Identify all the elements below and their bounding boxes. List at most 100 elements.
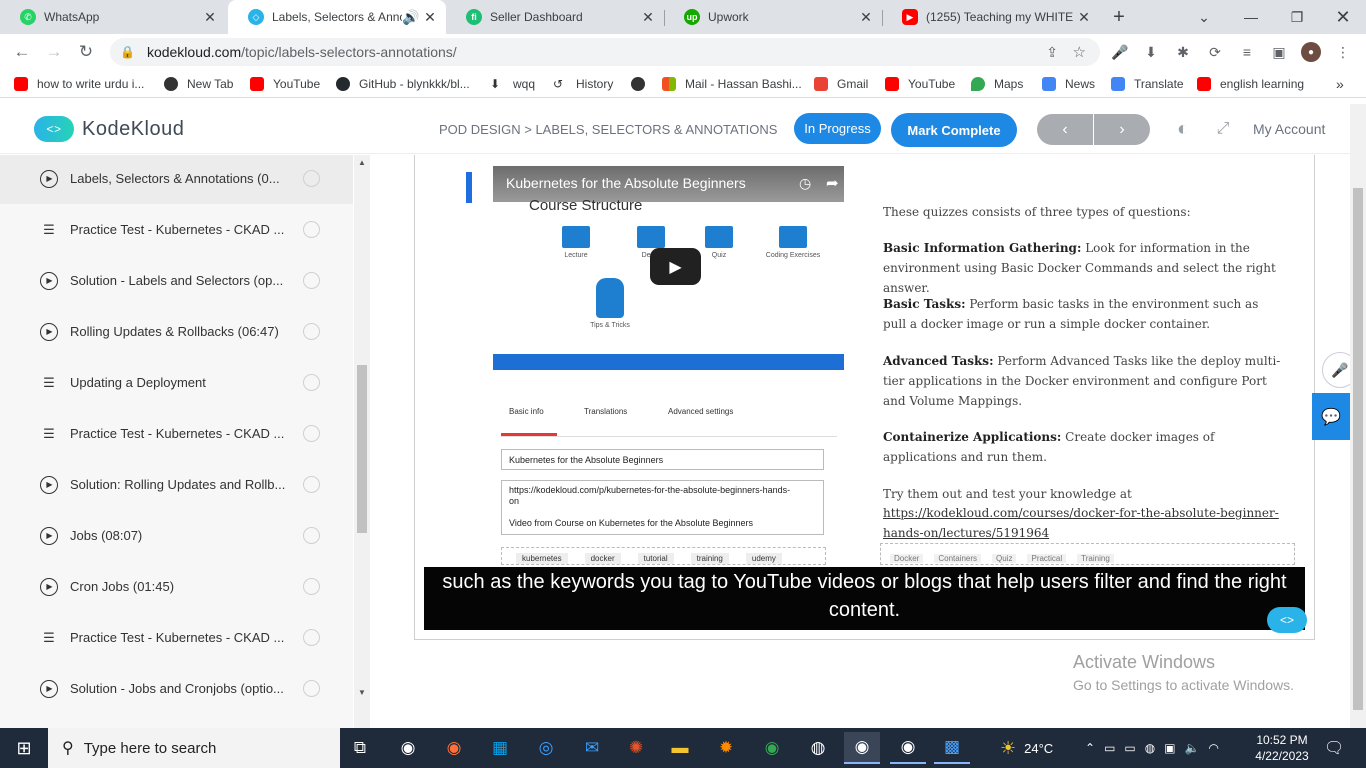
back-button[interactable]: ←	[6, 34, 38, 70]
completion-circle[interactable]	[303, 170, 320, 187]
video-player[interactable]: Kubernetes for the Absolute Beginners ◷ …	[493, 166, 844, 370]
tab-seller-dashboard[interactable]: fi Seller Dashboard ✕	[446, 0, 664, 34]
bookmark-item[interactable]: ⬇ wqq	[490, 75, 535, 93]
scroll-down-arrow-icon[interactable]: ▼	[354, 685, 370, 699]
wifi-icon[interactable]: ◠	[1209, 741, 1228, 755]
bookmark-item[interactable]	[631, 75, 654, 93]
share-icon[interactable]: ➦	[826, 174, 839, 192]
media-control-icon[interactable]: ≡	[1237, 42, 1257, 62]
obs-icon[interactable]: ◍	[800, 732, 836, 764]
sidebar-scrollbar-thumb[interactable]	[357, 365, 367, 533]
weather-widget[interactable]: ☀ 24°C	[1000, 728, 1053, 768]
tab-whatsapp[interactable]: ✆ WhatsApp ✕	[0, 0, 226, 34]
bookmark-item[interactable]: Mail - Hassan Bashi...	[662, 75, 802, 93]
task-view-icon[interactable]: ⧉	[342, 732, 378, 764]
video-tags-field[interactable]: kubernetes docker tutorial training udemy	[501, 547, 826, 565]
bookmark-star-icon[interactable]: ☆	[1073, 43, 1086, 61]
sidebar-item[interactable]: ☰ Updating a Deployment	[0, 357, 353, 408]
voice-extension-icon[interactable]: 🎤	[1110, 42, 1130, 62]
tag-chip[interactable]: Quiz	[992, 554, 1017, 563]
tag-chip[interactable]: training	[690, 553, 729, 564]
dark-mode-icon[interactable]: ◐	[1170, 116, 1196, 142]
settings-app-icon[interactable]: ✹	[708, 732, 744, 764]
completion-circle[interactable]	[303, 374, 320, 391]
sidebar-item[interactable]: ☰ Practice Test - Kubernetes - CKAD ...	[0, 612, 353, 663]
more-bookmarks-chevron-icon[interactable]: »	[1336, 75, 1344, 93]
scroll-up-arrow-icon[interactable]: ▲	[354, 155, 370, 169]
my-account-link[interactable]: My Account	[1253, 121, 1325, 137]
sidebar-item[interactable]: ☰ Practice Test - Kubernetes - CKAD ...	[0, 408, 353, 459]
bookmark-item[interactable]: Translate	[1111, 75, 1184, 93]
close-window-button[interactable]: ✕	[1320, 0, 1366, 34]
bookmark-item[interactable]: GitHub - blynkkk/bl...	[336, 75, 470, 93]
bookmark-item[interactable]: YouTube	[250, 75, 320, 93]
bookmark-item[interactable]: how to write urdu i...	[14, 75, 144, 93]
notification-center-icon[interactable]: 🗨	[1324, 728, 1344, 768]
download-extension-icon[interactable]: ⬇	[1141, 42, 1161, 62]
tag-chip[interactable]: tutorial	[637, 553, 674, 564]
in-progress-button[interactable]: In Progress	[794, 113, 881, 144]
chrome-icon[interactable]: ◉	[754, 732, 790, 764]
next-lesson-button[interactable]: ›	[1094, 114, 1150, 145]
minimize-button[interactable]: —	[1228, 0, 1274, 34]
skype-icon[interactable]: ◎	[528, 732, 564, 764]
bookmark-item[interactable]: english learning	[1197, 75, 1304, 93]
completion-circle[interactable]	[303, 323, 320, 340]
firefox-icon[interactable]: ◉	[436, 732, 472, 764]
fullscreen-icon[interactable]: ⤢	[1210, 116, 1236, 142]
bookmark-item[interactable]: News	[1042, 75, 1095, 93]
edge-icon[interactable]: ◉	[390, 732, 426, 764]
file-explorer-icon[interactable]: ▬	[662, 732, 698, 764]
sync-icon[interactable]: ⟳	[1205, 42, 1225, 62]
close-tab-icon[interactable]: ✕	[640, 9, 656, 26]
video-title[interactable]: Kubernetes for the Absolute Beginners	[506, 175, 746, 191]
tag-chip[interactable]: Containers	[934, 554, 982, 563]
url-field[interactable]: 🔒 kodekloud.com/topic/labels-selectors-a…	[110, 38, 1100, 66]
taskbar-search[interactable]: ⚲ Type here to search	[48, 728, 340, 768]
youtube-play-button[interactable]: ▶	[650, 248, 701, 285]
bookmark-item[interactable]: Maps	[971, 75, 1023, 93]
tab-kodekloud[interactable]: ◇ Labels, Selectors & Anno 🔊 ✕	[228, 0, 446, 34]
quiz-course-link[interactable]: https://kodekloud.com/courses/docker-for…	[883, 503, 1285, 543]
sidebar-item[interactable]: ▶ Rolling Updates & Rollbacks (06:47)	[0, 306, 353, 357]
tag-chip[interactable]: Docker	[890, 554, 924, 563]
tab-search-chevron-icon[interactable]: ⌄	[1181, 0, 1227, 34]
tab-translations[interactable]: Translations	[584, 407, 627, 416]
bookmark-item[interactable]: ↺ History	[553, 75, 613, 93]
side-panel-icon[interactable]: ▣	[1269, 42, 1289, 62]
close-tab-icon[interactable]: ✕	[422, 9, 438, 26]
forward-button[interactable]: →	[38, 34, 70, 70]
sidebar-item[interactable]: ▶ Solution - Jobs and Cronjobs (optio...	[0, 663, 353, 714]
completion-circle[interactable]	[303, 527, 320, 544]
system-tray[interactable]: ⌃ ▭ ▭ ◍ ▣ 🔈 ◠	[1085, 728, 1228, 768]
kodekloud-badge-icon[interactable]: <>	[1267, 607, 1307, 633]
completion-circle[interactable]	[303, 578, 320, 595]
completion-circle[interactable]	[303, 221, 320, 238]
chat-widget-button[interactable]: 💬	[1312, 393, 1350, 440]
tab-upwork[interactable]: up Upwork ✕	[664, 0, 882, 34]
video-title-field[interactable]: Kubernetes for the Absolute Beginners	[501, 449, 824, 470]
completion-circle[interactable]	[303, 272, 320, 289]
restore-button[interactable]: ❐	[1274, 0, 1320, 34]
previous-lesson-button[interactable]: ‹	[1037, 114, 1093, 145]
share-icon[interactable]: ⇪	[1046, 44, 1058, 61]
profile-avatar[interactable]: ●	[1301, 42, 1321, 62]
audio-playing-icon[interactable]: 🔊	[402, 9, 419, 26]
chrome-menu-icon[interactable]: ⋮	[1333, 42, 1353, 62]
new-tab-button[interactable]: +	[1096, 0, 1142, 34]
tab-youtube[interactable]: ▶ (1255) Teaching my WHITE fr ✕	[882, 0, 1100, 34]
tray-chevron-icon[interactable]: ⌃	[1085, 741, 1104, 755]
tag-chip[interactable]: Practical	[1027, 554, 1067, 563]
tag-chip[interactable]: docker	[584, 553, 621, 564]
extensions-puzzle-icon[interactable]: ✱	[1173, 42, 1193, 62]
sidebar-item[interactable]: ▶ Solution: Rolling Updates and Rollb...	[0, 459, 353, 510]
microsoft-store-icon[interactable]: ▦	[482, 732, 518, 764]
sidebar-item[interactable]: ▶ Solution - Labels and Selectors (op...	[0, 255, 353, 306]
chrome-profile-icon[interactable]: ◉	[844, 732, 880, 764]
tray-app-icon[interactable]: ▭	[1104, 741, 1124, 755]
windows-start-icon[interactable]: ⊞	[0, 728, 48, 768]
sidebar-item[interactable]: ▶ Labels, Selectors & Annotations (0...	[0, 155, 353, 204]
tray-camera-icon[interactable]: ◍	[1145, 741, 1164, 755]
tray-display-icon[interactable]: ▣	[1164, 741, 1184, 755]
watch-later-icon[interactable]: ◷	[799, 175, 811, 192]
